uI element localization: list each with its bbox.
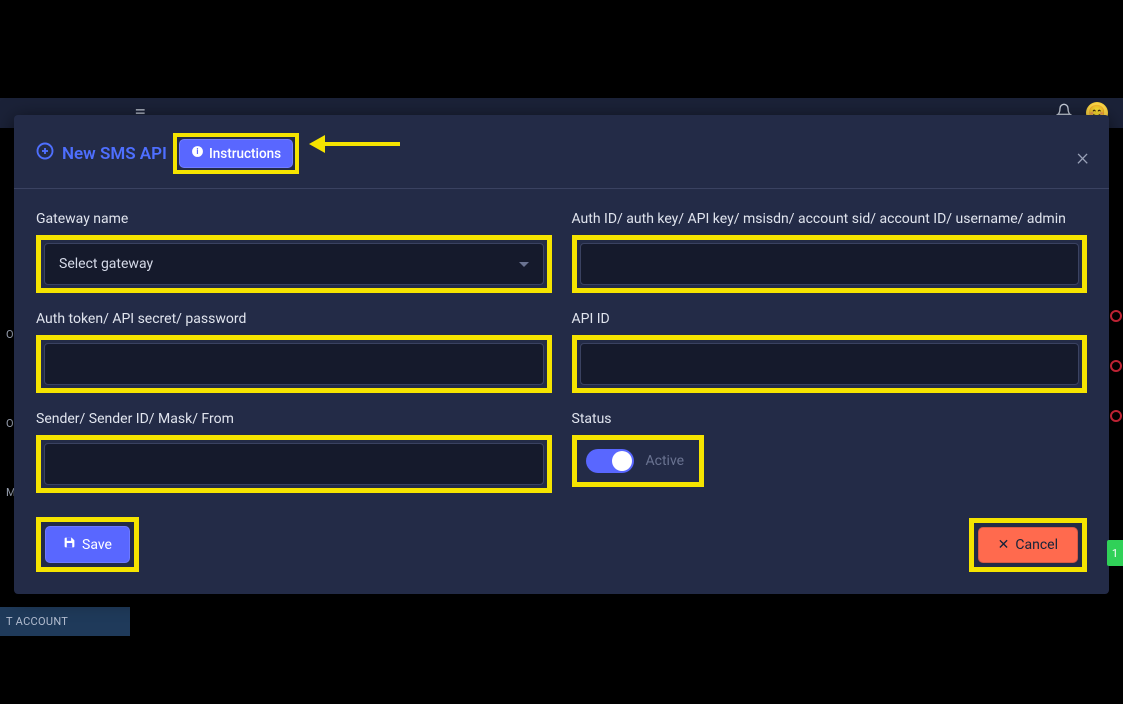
- auth-id-input[interactable]: [580, 243, 1080, 285]
- modal-footer: Save ✕ Cancel: [14, 507, 1109, 572]
- status-label: Status: [572, 411, 1088, 427]
- close-icon[interactable]: ×: [1076, 143, 1089, 171]
- annotation-highlight: Save: [36, 517, 139, 572]
- background-indicators: [1109, 300, 1123, 480]
- svg-text:i: i: [196, 146, 198, 156]
- form-body: Gateway name Select gateway Auth ID/ aut…: [14, 189, 1109, 501]
- annotation-highlight: i Instructions: [173, 133, 299, 174]
- cancel-button[interactable]: ✕ Cancel: [978, 527, 1078, 563]
- annotation-highlight: [572, 335, 1088, 393]
- instructions-label: Instructions: [209, 146, 281, 162]
- close-icon: ✕: [998, 537, 1010, 553]
- info-icon: i: [191, 145, 204, 162]
- annotation-highlight: [572, 235, 1088, 293]
- gateway-select[interactable]: Select gateway: [44, 243, 544, 285]
- api-id-input[interactable]: [580, 343, 1080, 385]
- notification-badge[interactable]: 1: [1107, 540, 1123, 566]
- cancel-label: Cancel: [1015, 537, 1058, 553]
- annotation-arrow: [309, 135, 400, 153]
- auth-token-input[interactable]: [44, 343, 544, 385]
- gateway-label: Gateway name: [36, 211, 552, 227]
- annotation-highlight: [36, 335, 552, 393]
- plus-circle-icon: [36, 142, 54, 165]
- annotation-highlight: Select gateway: [36, 235, 552, 293]
- auth-token-label: Auth token/ API secret/ password: [36, 311, 552, 327]
- save-label: Save: [82, 537, 112, 553]
- gateway-select-value: Select gateway: [59, 256, 153, 272]
- modal-title: New SMS API: [62, 144, 167, 164]
- modal-new-sms-api: New SMS API i Instructions × Gateway nam…: [14, 115, 1109, 594]
- sidebar-item-account[interactable]: T ACCOUNT: [0, 607, 130, 636]
- sender-label: Sender/ Sender ID/ Mask/ From: [36, 411, 552, 427]
- annotation-highlight: ✕ Cancel: [969, 518, 1087, 572]
- annotation-highlight: Active: [572, 435, 705, 487]
- annotation-highlight: [36, 435, 552, 493]
- auth-id-label: Auth ID/ auth key/ API key/ msisdn/ acco…: [572, 211, 1088, 227]
- sender-input[interactable]: [44, 443, 544, 485]
- save-icon: [63, 536, 76, 553]
- api-id-label: API ID: [572, 311, 1088, 327]
- save-button[interactable]: Save: [45, 526, 130, 563]
- status-text: Active: [646, 453, 685, 469]
- instructions-button[interactable]: i Instructions: [179, 139, 293, 168]
- status-toggle[interactable]: [586, 449, 634, 473]
- modal-header: New SMS API i Instructions ×: [14, 115, 1109, 189]
- chevron-down-icon: [519, 262, 529, 267]
